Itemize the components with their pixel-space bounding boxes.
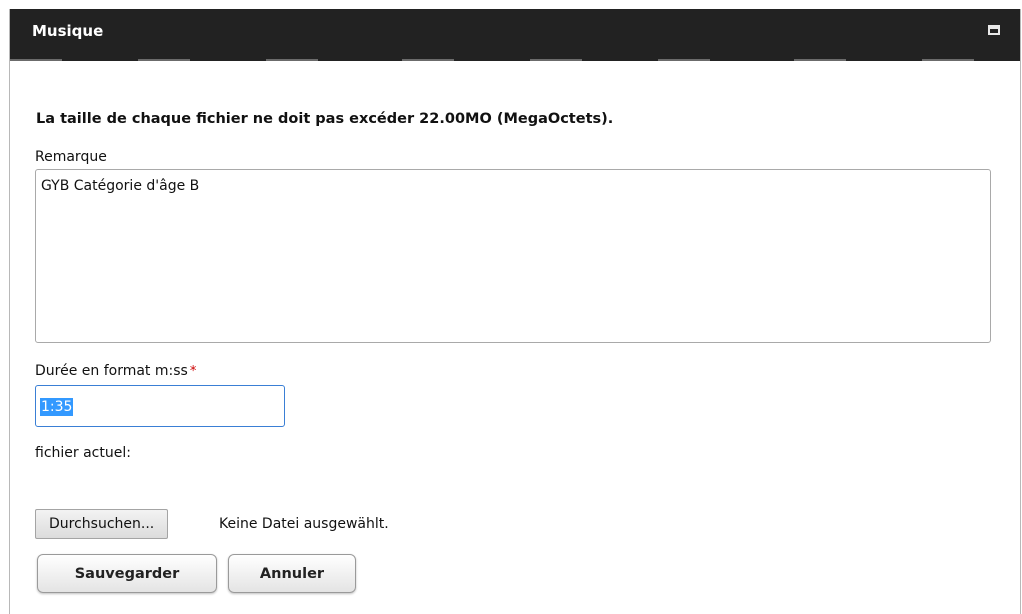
titlebar-divider bbox=[10, 59, 1020, 61]
music-dialog: Musique La taille de chaque fichier ne d… bbox=[9, 9, 1021, 614]
remark-label: Remarque bbox=[35, 149, 107, 165]
dialog-titlebar: Musique bbox=[10, 9, 1020, 61]
duration-input[interactable]: 1:35 bbox=[35, 385, 285, 427]
duration-label-text: Durée en format m:ss bbox=[35, 363, 188, 379]
duration-label: Durée en format m:ss * bbox=[35, 363, 196, 380]
current-file-label: fichier actuel: bbox=[35, 445, 131, 461]
duration-value: 1:35 bbox=[40, 398, 74, 416]
remark-textarea[interactable]: GYB Catégorie d'âge B bbox=[35, 169, 991, 343]
required-marker: * bbox=[189, 364, 197, 379]
maximize-icon[interactable] bbox=[988, 25, 1000, 35]
cancel-button[interactable]: Annuler bbox=[228, 554, 356, 593]
file-size-notice: La taille de chaque fichier ne doit pas … bbox=[36, 111, 614, 127]
browse-button[interactable]: Durchsuchen... bbox=[35, 509, 169, 539]
no-file-selected-text: Keine Datei ausgewählt. bbox=[219, 516, 389, 532]
save-button[interactable]: Sauvegarder bbox=[37, 554, 217, 593]
dialog-title: Musique bbox=[32, 22, 104, 40]
